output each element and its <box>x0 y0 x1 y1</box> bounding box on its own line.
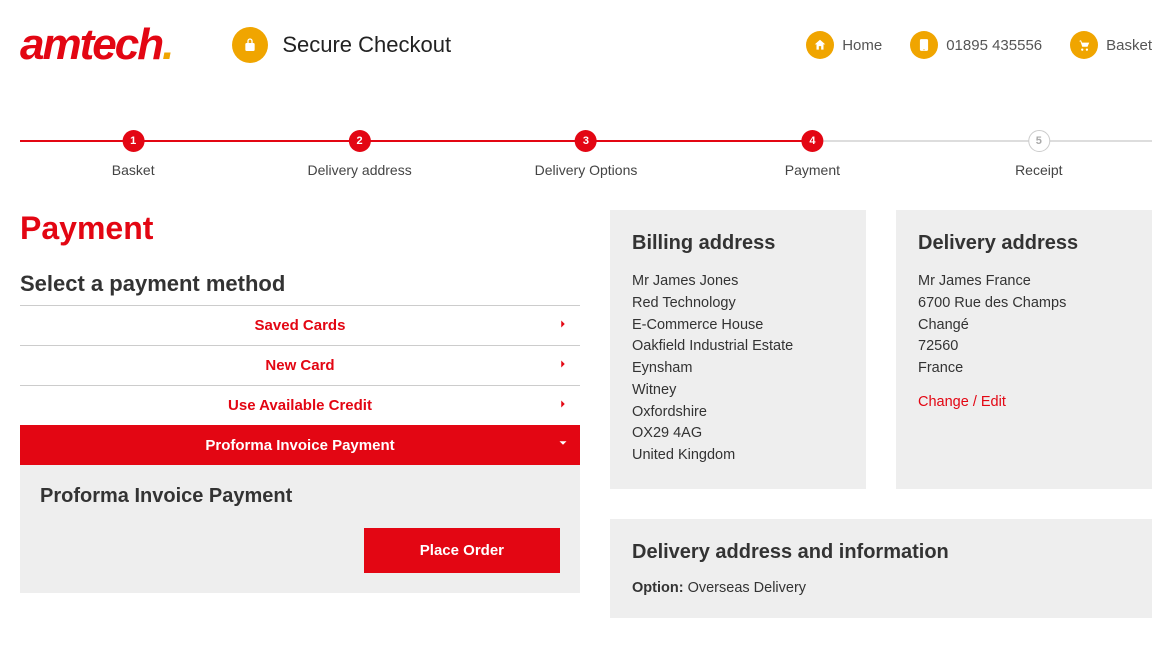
option-label: Option: <box>632 580 684 596</box>
step-basket[interactable]: 1 Basket <box>112 130 155 178</box>
accordion-label: Saved Cards <box>255 317 346 334</box>
step-delivery-address[interactable]: 2 Delivery address <box>307 130 411 178</box>
step-circle: 3 <box>575 130 597 152</box>
accordion-label: Proforma Invoice Payment <box>205 437 394 454</box>
billing-heading: Billing address <box>632 232 844 255</box>
billing-lines: Mr James JonesRed TechnologyE-Commerce H… <box>632 271 844 467</box>
proforma-panel: Proforma Invoice Payment Place Order <box>20 465 580 593</box>
checkout-steps: 1 Basket 2 Delivery address 3 Delivery Option… <box>20 130 1152 190</box>
home-link[interactable]: Home <box>806 31 882 59</box>
basket-link[interactable]: Basket <box>1070 31 1152 59</box>
accordion-label: New Card <box>265 357 334 374</box>
address-line: Changé <box>918 315 1130 337</box>
address-line: France <box>918 358 1130 380</box>
step-label: Basket <box>112 162 155 178</box>
page-title: Payment <box>20 210 580 247</box>
step-label: Delivery address <box>307 162 411 178</box>
accordion-label: Use Available Credit <box>228 397 372 414</box>
delivery-info-box: Delivery address and information Option:… <box>610 519 1152 618</box>
step-circle: 2 <box>349 130 371 152</box>
header-nav: Home 01895 435556 Basket <box>806 31 1152 59</box>
billing-address-box: Billing address Mr James JonesRed Techno… <box>610 210 866 489</box>
home-icon <box>806 31 834 59</box>
change-edit-link[interactable]: Change / Edit <box>918 394 1006 410</box>
phone-label: 01895 435556 <box>946 37 1042 54</box>
step-circle: 5 <box>1028 130 1050 152</box>
phone-link[interactable]: 01895 435556 <box>910 31 1042 59</box>
chevron-right-icon <box>556 397 570 415</box>
main-content: Payment Select a payment method Saved Ca… <box>0 210 1172 648</box>
step-circle: 4 <box>801 130 823 152</box>
delivery-address-box: Delivery address Mr James France6700 Rue… <box>896 210 1152 489</box>
delivery-info-heading: Delivery address and information <box>632 541 1130 564</box>
chevron-right-icon <box>556 317 570 335</box>
phone-icon <box>910 31 938 59</box>
sidebar-column: Billing address Mr James JonesRed Techno… <box>610 210 1152 618</box>
accordion-proforma[interactable]: Proforma Invoice Payment <box>20 425 580 465</box>
brand-logo: amtech. <box>20 20 172 70</box>
payment-column: Payment Select a payment method Saved Ca… <box>20 210 580 618</box>
address-line: United Kingdom <box>632 445 844 467</box>
delivery-lines: Mr James France6700 Rue des ChampsChangé… <box>918 271 1130 380</box>
select-method-heading: Select a payment method <box>20 271 580 297</box>
accordion-credit[interactable]: Use Available Credit <box>20 385 580 425</box>
address-line: Red Technology <box>632 293 844 315</box>
step-label: Receipt <box>1015 162 1062 178</box>
option-value: Overseas Delivery <box>688 580 806 596</box>
address-line: 72560 <box>918 336 1130 358</box>
place-order-button[interactable]: Place Order <box>364 528 560 573</box>
address-line: E-Commerce House <box>632 315 844 337</box>
delivery-heading: Delivery address <box>918 232 1130 255</box>
cart-icon <box>1070 31 1098 59</box>
accordion-new-card[interactable]: New Card <box>20 345 580 385</box>
brand-name: amtech <box>20 20 162 69</box>
address-line: Oxfordshire <box>632 402 844 424</box>
home-label: Home <box>842 37 882 54</box>
brand-dot: . <box>162 20 172 69</box>
step-payment[interactable]: 4 Payment <box>785 130 840 178</box>
step-delivery-options[interactable]: 3 Delivery Options <box>535 130 638 178</box>
accordion-saved-cards[interactable]: Saved Cards <box>20 305 580 345</box>
chevron-right-icon <box>556 357 570 375</box>
step-receipt[interactable]: 5 Receipt <box>1015 130 1062 178</box>
address-line: Eynsham <box>632 358 844 380</box>
address-line: Oakfield Industrial Estate <box>632 336 844 358</box>
secure-checkout: Secure Checkout <box>232 27 451 63</box>
basket-label: Basket <box>1106 37 1152 54</box>
delivery-option-row: Option: Overseas Delivery <box>632 580 1130 596</box>
address-line: OX29 4AG <box>632 423 844 445</box>
secure-label: Secure Checkout <box>282 32 451 58</box>
address-line: Mr James Jones <box>632 271 844 293</box>
address-row: Billing address Mr James JonesRed Techno… <box>610 210 1152 489</box>
address-line: 6700 Rue des Champs <box>918 293 1130 315</box>
step-label: Delivery Options <box>535 162 638 178</box>
address-line: Mr James France <box>918 271 1130 293</box>
chevron-down-icon <box>556 436 570 454</box>
header: amtech. Secure Checkout Home 01895 43555… <box>0 0 1172 80</box>
address-line: Witney <box>632 380 844 402</box>
step-label: Payment <box>785 162 840 178</box>
proforma-title: Proforma Invoice Payment <box>40 485 560 508</box>
step-circle: 1 <box>122 130 144 152</box>
lock-icon <box>232 27 268 63</box>
